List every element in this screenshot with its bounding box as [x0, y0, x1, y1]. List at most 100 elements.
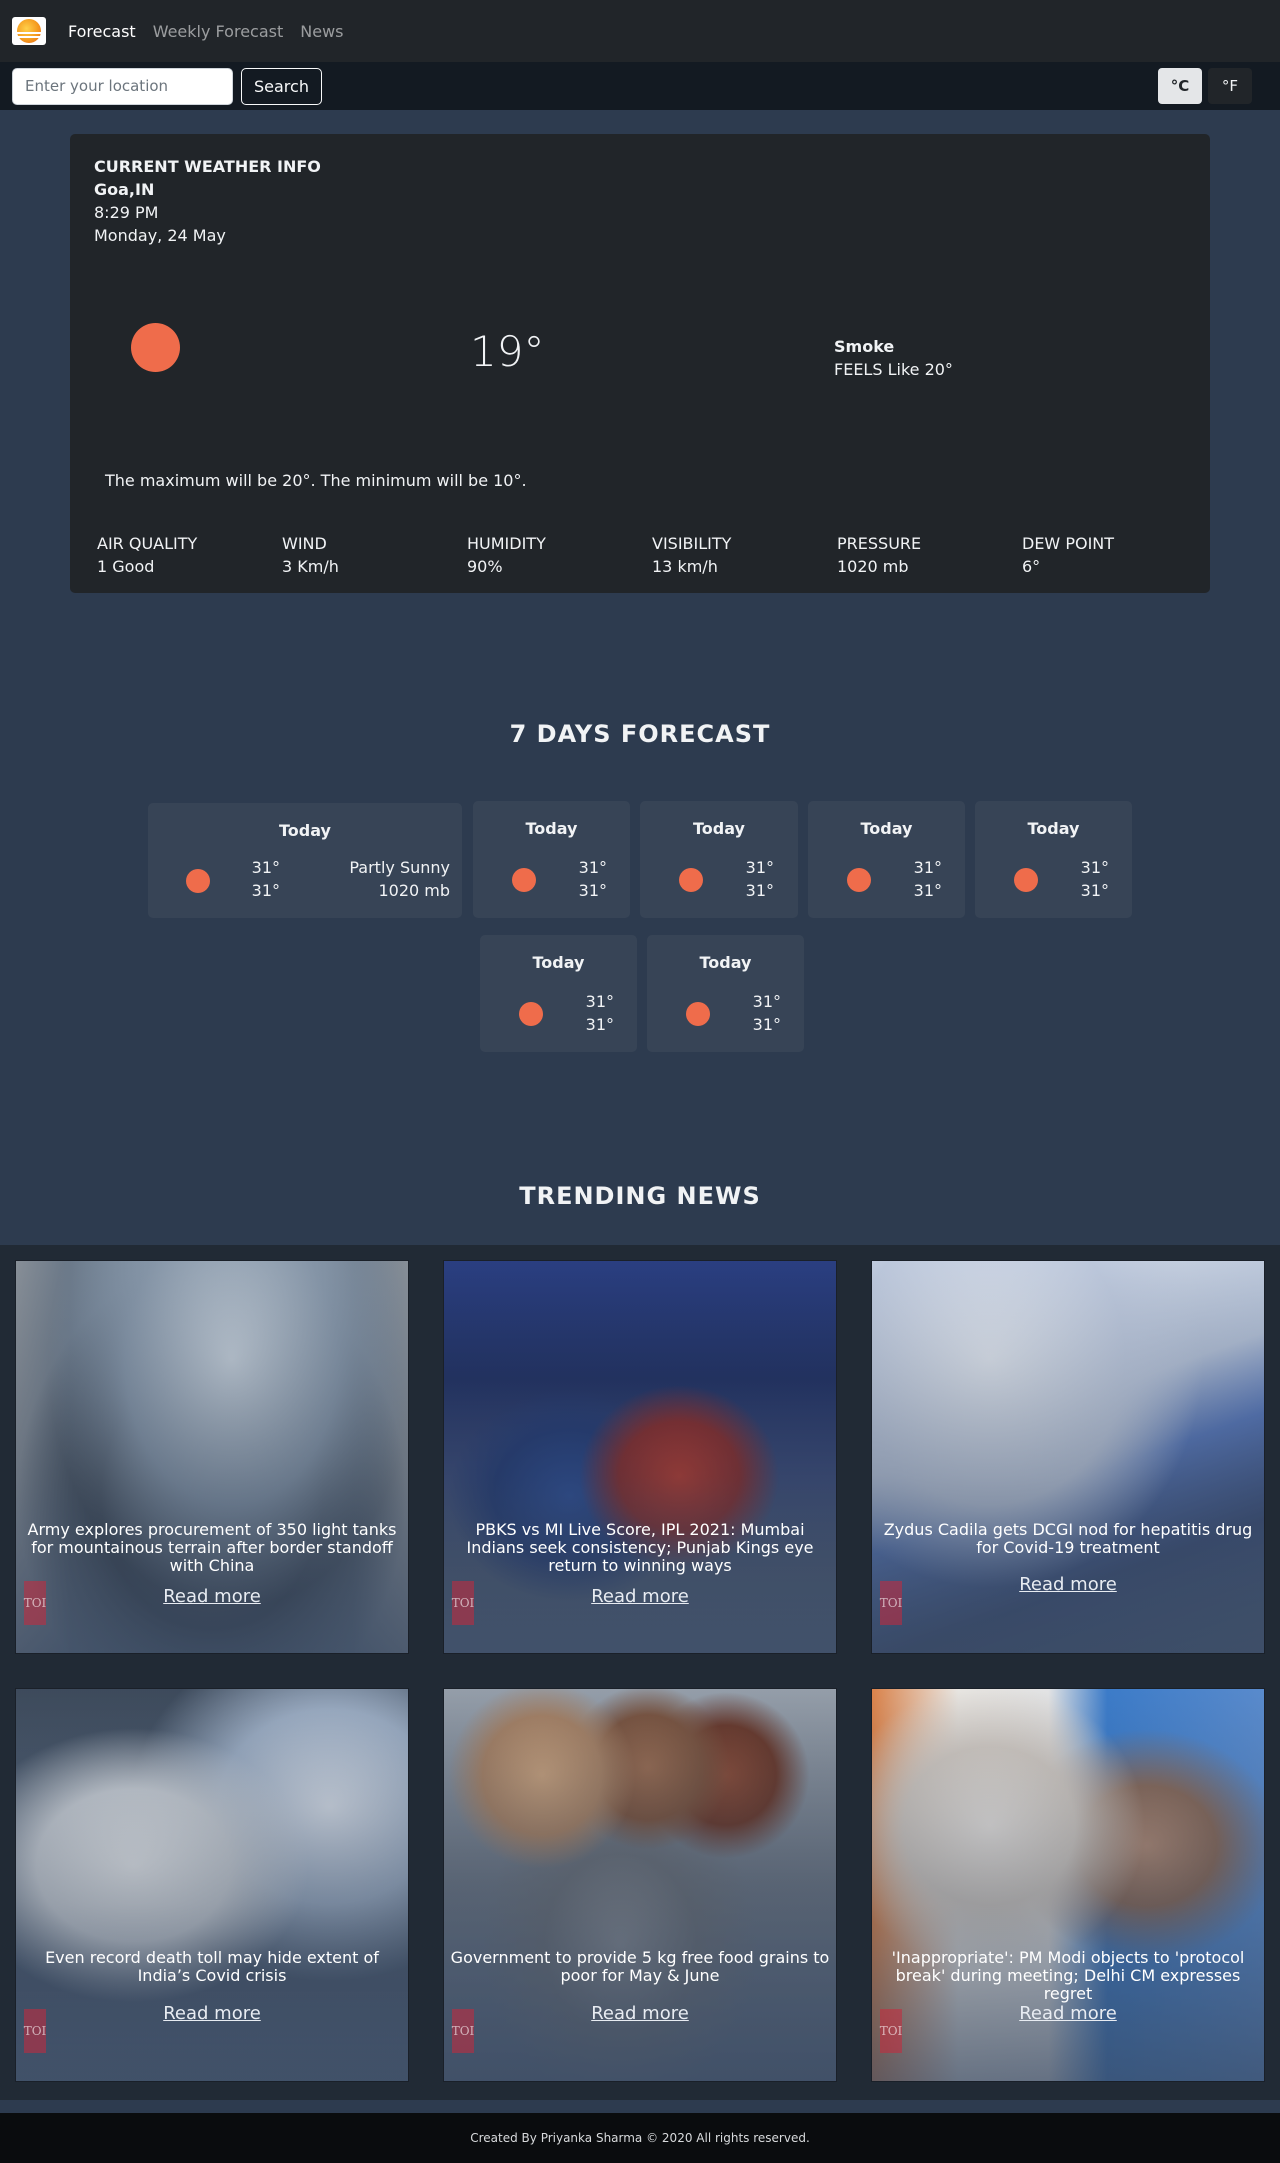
forecast-low: 31°: [251, 881, 280, 900]
fahrenheit-button[interactable]: °F: [1208, 68, 1252, 104]
forecast-high: 31°: [913, 858, 942, 877]
current-temperature: 19°: [470, 327, 545, 376]
news-section-title: TRENDING NEWS: [519, 1182, 761, 1210]
navbar: Forecast Weekly Forecast News: [0, 0, 1280, 62]
sun-icon: [847, 868, 871, 892]
stat-pressure: PRESSURE 1020 mb: [837, 532, 1022, 578]
forecast-low: 31°: [578, 881, 607, 900]
stat-value: 1 Good: [97, 557, 155, 576]
current-date: Monday, 24 May: [94, 226, 226, 245]
stat-value: 90%: [467, 557, 503, 576]
forecast-day: Today: [699, 953, 752, 972]
stat-value: 13 km/h: [652, 557, 718, 576]
brand-logo-icon[interactable]: [12, 17, 46, 45]
stat-label: HUMIDITY: [467, 534, 546, 553]
news-card[interactable]: TOI Government to provide 5 kg free food…: [443, 1688, 837, 2082]
forecast-card[interactable]: Today 31° 31°: [975, 801, 1132, 918]
read-more-link[interactable]: Read more: [444, 2003, 836, 2024]
search-button[interactable]: Search: [241, 67, 322, 105]
forecast-day: Today: [525, 819, 578, 838]
forecast-card[interactable]: Today 31° 31°: [808, 801, 965, 918]
location-search-input[interactable]: [12, 67, 233, 105]
read-more-link[interactable]: Read more: [872, 2003, 1264, 2024]
forecast-temps: 31° 31°: [741, 990, 781, 1036]
news-card[interactable]: TOI Even record death toll may hide exte…: [15, 1688, 409, 2082]
celsius-button[interactable]: °C: [1158, 68, 1202, 104]
weather-stats: AIR QUALITY 1 Good WIND 3 Km/h HUMIDITY …: [97, 532, 1207, 578]
current-weather-title: CURRENT WEATHER INFO: [94, 157, 321, 176]
sun-icon: [686, 1002, 710, 1026]
forecast-card[interactable]: Today 31° 31°: [473, 801, 630, 918]
sun-icon: [512, 868, 536, 892]
stat-visibility: VISIBILITY 13 km/h: [652, 532, 837, 578]
stat-label: WIND: [282, 534, 327, 553]
forecast-day: Today: [1027, 819, 1080, 838]
forecast-low: 31°: [585, 1015, 614, 1034]
footer: Created By Priyanka Sharma © 2020 All ri…: [0, 2113, 1280, 2163]
forecast-day: Today: [532, 953, 585, 972]
stat-label: DEW POINT: [1022, 534, 1115, 553]
news-card[interactable]: TOI PBKS vs MI Live Score, IPL 2021: Mum…: [443, 1260, 837, 1654]
sun-icon: [1014, 868, 1038, 892]
sun-icon: [679, 868, 703, 892]
current-weather-card: CURRENT WEATHER INFO Goa,IN 8:29 PM Mond…: [70, 134, 1210, 593]
forecast-low: 31°: [913, 881, 942, 900]
weather-condition: Smoke: [834, 337, 895, 356]
forecast-high: 31°: [578, 858, 607, 877]
read-more-link[interactable]: Read more: [444, 1586, 836, 1607]
forecast-low: 31°: [745, 881, 774, 900]
news-card[interactable]: TOI 'Inappropriate': PM Modi objects to …: [871, 1688, 1265, 2082]
sun-icon: [186, 869, 210, 893]
stat-wind: WIND 3 Km/h: [282, 532, 467, 578]
forecast-high: 31°: [1080, 858, 1109, 877]
forecast-low: 31°: [1080, 881, 1109, 900]
forecast-card[interactable]: Today 31° 31° Partly Sunny 1020 mb: [148, 803, 462, 918]
forecast-high: 31°: [745, 858, 774, 877]
read-more-link[interactable]: Read more: [16, 1586, 408, 1607]
stat-label: PRESSURE: [837, 534, 922, 553]
news-headline: Army explores procurement of 350 light t…: [27, 1520, 397, 1575]
forecast-temps: 31° 31°: [567, 856, 607, 902]
forecast-temps: 31° 31°: [240, 856, 280, 902]
forecast-card[interactable]: Today 31° 31°: [647, 935, 804, 1052]
forecast-day: Today: [279, 821, 331, 840]
forecast-temps: 31° 31°: [734, 856, 774, 902]
nav-link-weekly-forecast[interactable]: Weekly Forecast: [153, 22, 284, 41]
sun-icon: [131, 323, 180, 372]
stat-value: 1020 mb: [837, 557, 909, 576]
forecast-card[interactable]: Today 31° 31°: [640, 801, 798, 918]
forecast-high: 31°: [251, 858, 280, 877]
news-headline: PBKS vs MI Live Score, IPL 2021: Mumbai …: [466, 1520, 814, 1575]
stat-dew-point: DEW POINT 6°: [1022, 532, 1207, 578]
news-headline: 'Inappropriate': PM Modi objects to 'pro…: [891, 1948, 1245, 2003]
forecast-high: 31°: [585, 992, 614, 1011]
forecast-description: Partly Sunny: [349, 858, 450, 877]
forecast-temps: 31° 31°: [1069, 856, 1109, 902]
nav-link-forecast[interactable]: Forecast: [68, 22, 136, 41]
read-more-link[interactable]: Read more: [16, 2003, 408, 2024]
stat-label: AIR QUALITY: [97, 534, 198, 553]
forecast-card[interactable]: Today 31° 31°: [480, 935, 637, 1052]
forecast-pressure: 1020 mb: [378, 881, 450, 900]
footer-text: Created By Priyanka Sharma © 2020 All ri…: [470, 2131, 810, 2145]
city-name: Goa,IN: [94, 180, 155, 199]
news-card[interactable]: TOI Zydus Cadila gets DCGI nod for hepat…: [871, 1260, 1265, 1654]
forecast-temps: 31° 31°: [902, 856, 942, 902]
forecast-details: Partly Sunny 1020 mb: [308, 856, 450, 902]
sun-icon: [519, 1002, 543, 1026]
stat-label: VISIBILITY: [652, 534, 732, 553]
news-headline: Government to provide 5 kg free food gra…: [450, 1948, 830, 1985]
forecast-temps: 31° 31°: [574, 990, 614, 1036]
news-headline: Even record death toll may hide extent o…: [45, 1948, 379, 1985]
news-card[interactable]: TOI Army explores procurement of 350 lig…: [15, 1260, 409, 1654]
forecast-day: Today: [860, 819, 913, 838]
stat-humidity: HUMIDITY 90%: [467, 532, 652, 578]
unit-toggle: °C °F: [1152, 68, 1252, 104]
nav-link-news[interactable]: News: [300, 22, 343, 41]
current-time: 8:29 PM: [94, 203, 159, 222]
news-headline: Zydus Cadila gets DCGI nod for hepatitis…: [883, 1520, 1253, 1557]
stat-value: 6°: [1022, 557, 1041, 576]
stat-value: 3 Km/h: [282, 557, 339, 576]
read-more-link[interactable]: Read more: [872, 1574, 1264, 1595]
feels-like: FEELS Like 20°: [834, 360, 953, 379]
